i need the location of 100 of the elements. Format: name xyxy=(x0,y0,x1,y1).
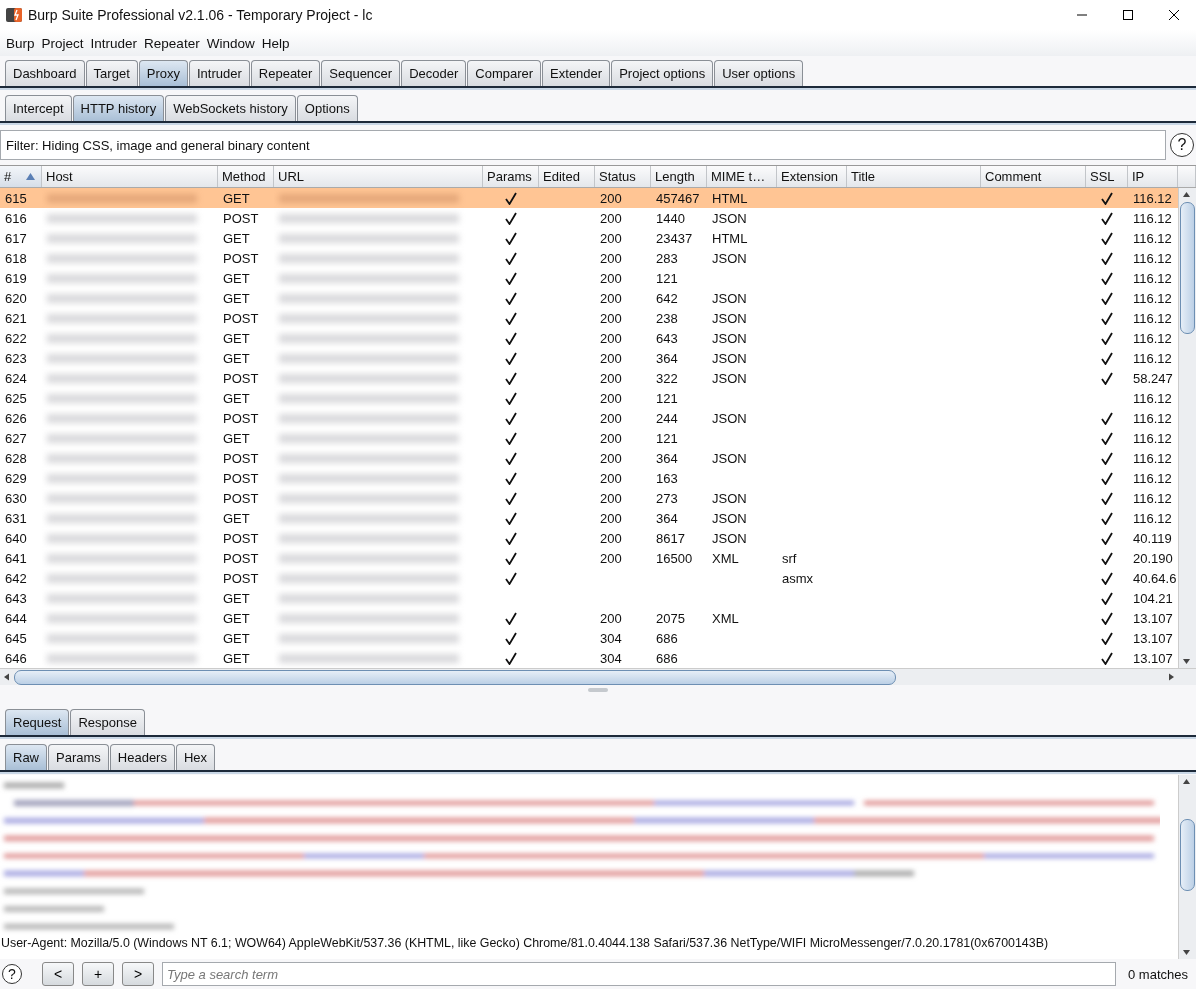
table-cell: POST xyxy=(223,370,259,386)
table-cell: GET xyxy=(223,330,250,346)
search-nav-button[interactable]: + xyxy=(82,962,114,986)
table-cell: 40.119 xyxy=(1133,530,1172,546)
table-cell: 116.12 xyxy=(1133,250,1172,266)
table-cell: 304 xyxy=(600,630,622,646)
tab[interactable]: Dashboard xyxy=(5,60,85,86)
splitter-handle[interactable] xyxy=(588,688,608,692)
table-cell: 200 xyxy=(600,490,622,506)
table-cell: 116.12 xyxy=(1133,330,1172,346)
table-cell: 642 xyxy=(656,290,678,306)
column-header[interactable]: Length xyxy=(651,166,707,187)
table-cell: 630 xyxy=(5,490,27,506)
menu-item[interactable]: Project xyxy=(41,35,84,51)
table-cell: GET xyxy=(223,190,250,206)
scroll-thumb[interactable] xyxy=(14,669,896,685)
table-cell: 200 xyxy=(600,610,622,626)
tab[interactable]: WebSockets history xyxy=(165,95,296,121)
table-cell: POST xyxy=(223,210,259,226)
table-cell: JSON xyxy=(712,490,747,506)
tab[interactable]: Request xyxy=(5,709,70,735)
table-cell: 364 xyxy=(656,510,678,526)
help-button[interactable]: ? xyxy=(1170,133,1194,157)
table-cell: 116.12 xyxy=(1133,390,1172,406)
column-header[interactable]: SSL xyxy=(1086,166,1128,187)
table-cell: 631 xyxy=(5,510,27,526)
column-header[interactable]: MIME t… xyxy=(707,166,777,187)
column-header[interactable]: URL xyxy=(274,166,483,187)
table-cell: 624 xyxy=(5,370,27,386)
table-cell: 200 xyxy=(600,210,622,226)
tab[interactable]: Decoder xyxy=(401,60,467,86)
column-header[interactable]: Params xyxy=(483,166,539,187)
table-cell: 13.107 xyxy=(1133,610,1173,626)
tab[interactable]: Comparer xyxy=(467,60,542,86)
column-header[interactable]: Comment xyxy=(981,166,1086,187)
column-header[interactable]: Method xyxy=(218,166,274,187)
column-header[interactable]: # xyxy=(0,166,42,187)
tab[interactable]: Intruder xyxy=(189,60,250,86)
table-cell: JSON xyxy=(712,370,747,386)
table-cell: 200 xyxy=(600,450,622,466)
table-cell: GET xyxy=(223,290,250,306)
table-cell: 200 xyxy=(600,390,622,406)
tab[interactable]: Response xyxy=(70,709,145,735)
table-cell: GET xyxy=(223,610,250,626)
menu-item[interactable]: Intruder xyxy=(90,35,138,51)
menu-item[interactable]: Window xyxy=(206,35,255,51)
menu-item[interactable]: Burp xyxy=(6,35,35,51)
tab[interactable]: Project options xyxy=(611,60,714,86)
table-cell: 116.12 xyxy=(1133,410,1172,426)
maximize-icon[interactable] xyxy=(1122,9,1134,21)
tab[interactable]: Target xyxy=(85,60,138,86)
tab[interactable]: Headers xyxy=(109,744,175,770)
tab[interactable]: HTTP history xyxy=(72,95,165,121)
column-header[interactable]: Edited xyxy=(539,166,595,187)
menu-item[interactable]: Help xyxy=(261,35,290,51)
table-cell: 686 xyxy=(656,630,678,646)
column-header[interactable]: Extension xyxy=(777,166,847,187)
table-cell: 121 xyxy=(656,270,678,286)
horizontal-scrollbar[interactable] xyxy=(0,668,1196,685)
table-row[interactable]: 615 GET 200 457467 HTML 116.12 xyxy=(0,188,1178,208)
search-nav-button[interactable]: < xyxy=(42,962,74,986)
column-header[interactable]: Status xyxy=(595,166,651,187)
column-header[interactable]: IP xyxy=(1128,166,1178,187)
table-cell: 244 xyxy=(656,410,678,426)
tab[interactable]: Sequencer xyxy=(321,60,401,86)
help-button[interactable]: ? xyxy=(2,964,22,984)
scroll-thumb[interactable] xyxy=(1180,202,1195,334)
scroll-thumb[interactable] xyxy=(1180,819,1195,891)
menu-item[interactable]: Repeater xyxy=(144,35,200,51)
table-cell: GET xyxy=(223,630,250,646)
tab[interactable]: Params xyxy=(48,744,109,770)
table-cell: 646 xyxy=(5,650,27,666)
search-field[interactable]: Type a search term xyxy=(162,962,1116,986)
tab[interactable]: Hex xyxy=(175,744,216,770)
filter-bar[interactable]: Filter: Hiding CSS, image and general binary content xyxy=(0,130,1166,160)
table-cell: 686 xyxy=(656,650,678,666)
tab[interactable]: Proxy xyxy=(138,60,188,86)
table-cell: 116.12 xyxy=(1133,510,1172,526)
column-header[interactable]: Title xyxy=(847,166,981,187)
column-header[interactable]: Host xyxy=(42,166,218,187)
tab[interactable]: User options xyxy=(714,60,804,86)
table-cell: JSON xyxy=(712,530,747,546)
vertical-scrollbar[interactable] xyxy=(1178,188,1196,668)
table-cell: 200 xyxy=(600,530,622,546)
table-cell: HTML xyxy=(712,190,748,206)
table-cell: 643 xyxy=(656,330,678,346)
close-icon[interactable] xyxy=(1168,9,1180,21)
tab[interactable]: Raw xyxy=(5,744,47,770)
tab[interactable]: Extender xyxy=(542,60,611,86)
table-cell: POST xyxy=(223,550,259,566)
table-cell: 622 xyxy=(5,330,27,346)
search-nav-button[interactable]: > xyxy=(122,962,154,986)
tab[interactable]: Options xyxy=(296,95,358,121)
vertical-scrollbar[interactable] xyxy=(1178,775,1196,959)
table-cell: 626 xyxy=(5,410,27,426)
tab[interactable]: Repeater xyxy=(250,60,321,86)
table-cell: 615 xyxy=(5,190,27,206)
tab[interactable]: Intercept xyxy=(5,95,72,121)
table-cell: srf xyxy=(782,550,797,566)
table-cell: 304 xyxy=(600,650,622,666)
